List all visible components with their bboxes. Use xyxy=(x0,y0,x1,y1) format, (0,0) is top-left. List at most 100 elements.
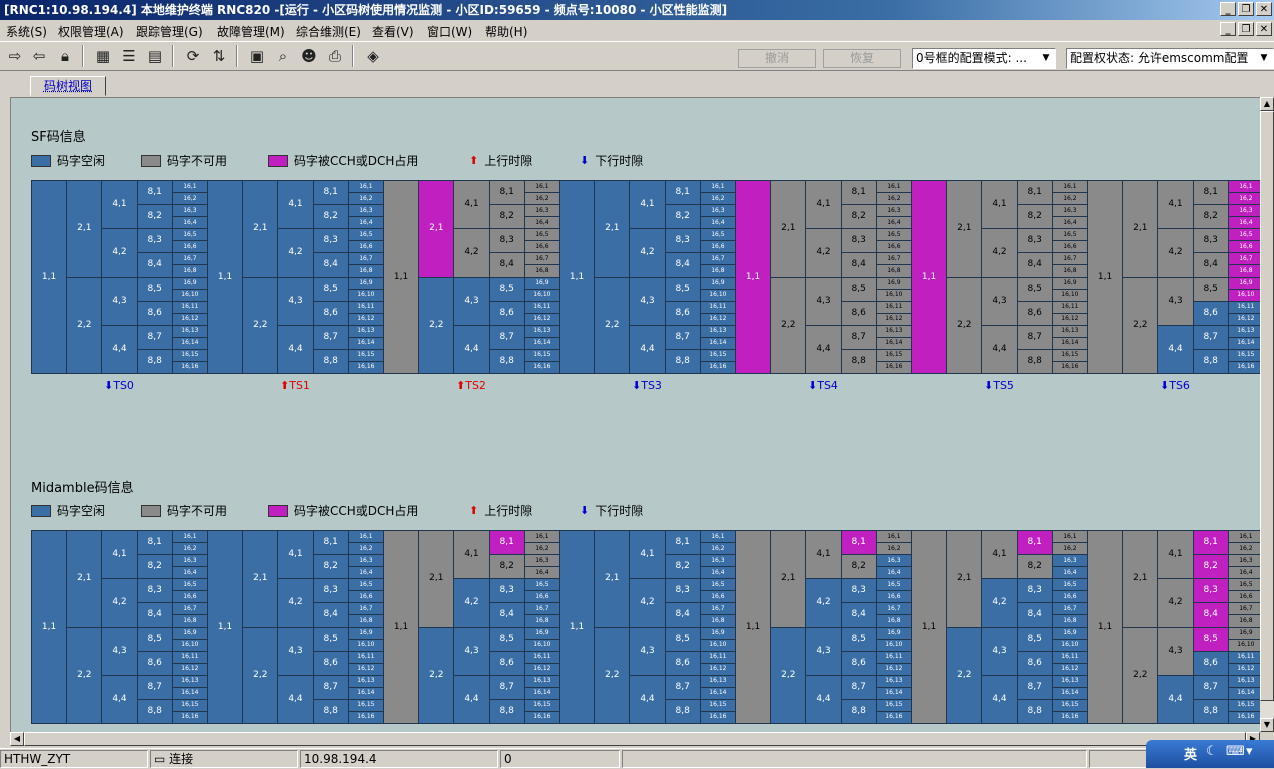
midamble-code-ts2-4-4[interactable]: 4,4 xyxy=(453,675,489,724)
sf-code-ts0-8-2[interactable]: 8,2 xyxy=(137,204,173,229)
sf-code-ts6-4-1[interactable]: 4,1 xyxy=(1157,180,1193,229)
midamble-code-ts0-2-1[interactable]: 2,1 xyxy=(66,530,102,628)
midamble-code-ts2-8-4[interactable]: 8,4 xyxy=(489,602,525,627)
midamble-code-ts6-8-3[interactable]: 8,3 xyxy=(1193,578,1229,603)
menu-system[interactable]: 系统(S) xyxy=(6,23,47,40)
midamble-code-ts5-2-1[interactable]: 2,1 xyxy=(946,530,982,628)
sf-code-ts4-8-8[interactable]: 8,8 xyxy=(841,349,877,374)
sf-code-ts4-4-2[interactable]: 4,2 xyxy=(805,228,841,277)
menu-permissions[interactable]: 权限管理(A) xyxy=(58,23,124,40)
midamble-code-ts3-8-5[interactable]: 8,5 xyxy=(665,627,701,652)
tab-code-tree[interactable]: 码树视图 xyxy=(30,76,106,96)
midamble-code-ts4-8-1[interactable]: 8,1 xyxy=(841,530,877,555)
sf-code-ts4-8-7[interactable]: 8,7 xyxy=(841,325,877,350)
midamble-code-ts4-8-4[interactable]: 8,4 xyxy=(841,602,877,627)
midamble-code-ts5-8-6[interactable]: 8,6 xyxy=(1017,651,1053,676)
sf-code-ts5-8-7[interactable]: 8,7 xyxy=(1017,325,1053,350)
midamble-code-ts0-8-3[interactable]: 8,3 xyxy=(137,578,173,603)
midamble-code-ts4-8-5[interactable]: 8,5 xyxy=(841,627,877,652)
menu-trace[interactable]: 跟踪管理(G) xyxy=(136,23,203,40)
sf-code-ts6-8-2[interactable]: 8,2 xyxy=(1193,204,1229,229)
midamble-code-ts3-8-2[interactable]: 8,2 xyxy=(665,554,701,579)
midamble-code-ts2-4-1[interactable]: 4,1 xyxy=(453,530,489,579)
sf-code-ts1-8-8[interactable]: 8,8 xyxy=(313,349,349,374)
midamble-code-ts6-2-1[interactable]: 2,1 xyxy=(1122,530,1158,628)
sf-code-ts6-16-16[interactable]: 16,16 xyxy=(1228,361,1264,374)
midamble-code-ts1-8-6[interactable]: 8,6 xyxy=(313,651,349,676)
sf-code-ts6-8-8[interactable]: 8,8 xyxy=(1193,349,1229,374)
scroll-up-icon[interactable]: ▲ xyxy=(1260,97,1274,111)
sf-code-ts0-4-4[interactable]: 4,4 xyxy=(101,325,137,374)
sf-code-ts4-16-16[interactable]: 16,16 xyxy=(876,361,912,374)
midamble-code-ts2-8-6[interactable]: 8,6 xyxy=(489,651,525,676)
sf-code-ts0-4-2[interactable]: 4,2 xyxy=(101,228,137,277)
midamble-code-ts0-8-5[interactable]: 8,5 xyxy=(137,627,173,652)
sf-code-ts3-8-3[interactable]: 8,3 xyxy=(665,228,701,253)
sf-code-ts1-8-7[interactable]: 8,7 xyxy=(313,325,349,350)
sf-code-ts3-2-1[interactable]: 2,1 xyxy=(594,180,630,278)
midamble-code-ts4-8-7[interactable]: 8,7 xyxy=(841,675,877,700)
search-icon[interactable]: ⌕ xyxy=(272,45,294,67)
login-icon[interactable]: ⇨ xyxy=(4,45,26,67)
sf-code-ts5-8-2[interactable]: 8,2 xyxy=(1017,204,1053,229)
midamble-code-ts1-2-2[interactable]: 2,2 xyxy=(242,627,278,725)
midamble-code-ts1-8-5[interactable]: 8,5 xyxy=(313,627,349,652)
midamble-code-ts6-8-8[interactable]: 8,8 xyxy=(1193,699,1229,724)
midamble-code-ts2-8-5[interactable]: 8,5 xyxy=(489,627,525,652)
sf-code-ts3-4-3[interactable]: 4,3 xyxy=(629,277,665,326)
sf-code-ts0-8-4[interactable]: 8,4 xyxy=(137,252,173,277)
restore-button[interactable]: ❐ xyxy=(1238,2,1254,16)
left-splitter[interactable] xyxy=(0,73,8,733)
midamble-code-ts4-2-2[interactable]: 2,2 xyxy=(770,627,806,725)
midamble-code-ts5-2-2[interactable]: 2,2 xyxy=(946,627,982,725)
sf-code-ts0-2-2[interactable]: 2,2 xyxy=(66,277,102,375)
sf-code-ts5-2-2[interactable]: 2,2 xyxy=(946,277,982,375)
midamble-code-ts0-2-2[interactable]: 2,2 xyxy=(66,627,102,725)
midamble-code-ts4-8-8[interactable]: 8,8 xyxy=(841,699,877,724)
sf-code-ts1-8-4[interactable]: 8,4 xyxy=(313,252,349,277)
sf-code-ts5-8-8[interactable]: 8,8 xyxy=(1017,349,1053,374)
sf-code-ts3-8-7[interactable]: 8,7 xyxy=(665,325,701,350)
sf-code-ts6-8-4[interactable]: 8,4 xyxy=(1193,252,1229,277)
sf-code-ts4-8-2[interactable]: 8,2 xyxy=(841,204,877,229)
midamble-code-ts5-8-5[interactable]: 8,5 xyxy=(1017,627,1053,652)
midamble-code-ts5-4-1[interactable]: 4,1 xyxy=(981,530,1017,579)
sf-code-ts3-4-1[interactable]: 4,1 xyxy=(629,180,665,229)
midamble-code-ts3-8-1[interactable]: 8,1 xyxy=(665,530,701,555)
scroll-thumb[interactable] xyxy=(24,732,1246,746)
sf-code-ts6-4-4[interactable]: 4,4 xyxy=(1157,325,1193,374)
midamble-code-ts1-8-1[interactable]: 8,1 xyxy=(313,530,349,555)
sf-code-ts1-2-2[interactable]: 2,2 xyxy=(242,277,278,375)
midamble-code-ts6-8-5[interactable]: 8,5 xyxy=(1193,627,1229,652)
midamble-code-ts1-8-8[interactable]: 8,8 xyxy=(313,699,349,724)
sf-code-ts3-8-6[interactable]: 8,6 xyxy=(665,301,701,326)
sf-code-ts3-8-1[interactable]: 8,1 xyxy=(665,180,701,205)
midamble-code-ts3-8-7[interactable]: 8,7 xyxy=(665,675,701,700)
sf-code-ts5-4-3[interactable]: 4,3 xyxy=(981,277,1017,326)
horizontal-scrollbar[interactable]: ◀ ▶ xyxy=(10,732,1260,746)
midamble-code-ts4-16-16[interactable]: 16,16 xyxy=(876,711,912,724)
sf-code-ts6-8-3[interactable]: 8,3 xyxy=(1193,228,1229,253)
sf-code-ts5-8-4[interactable]: 8,4 xyxy=(1017,252,1053,277)
sf-code-ts0-8-5[interactable]: 8,5 xyxy=(137,277,173,302)
table-icon[interactable]: ▤ xyxy=(144,45,166,67)
sf-code-ts3-8-2[interactable]: 8,2 xyxy=(665,204,701,229)
sf-code-ts4-8-3[interactable]: 8,3 xyxy=(841,228,877,253)
sf-code-ts2-4-1[interactable]: 4,1 xyxy=(453,180,489,229)
midamble-code-ts3-4-3[interactable]: 4,3 xyxy=(629,627,665,676)
sf-code-ts1-1-1[interactable]: 1,1 xyxy=(207,180,243,374)
midamble-code-ts0-8-7[interactable]: 8,7 xyxy=(137,675,173,700)
sf-code-ts4-8-1[interactable]: 8,1 xyxy=(841,180,877,205)
midamble-code-ts5-4-4[interactable]: 4,4 xyxy=(981,675,1017,724)
undo-button[interactable]: 撤消 xyxy=(738,49,816,68)
sf-code-ts6-4-3[interactable]: 4,3 xyxy=(1157,277,1193,326)
sf-code-ts1-8-3[interactable]: 8,3 xyxy=(313,228,349,253)
midamble-code-ts3-8-4[interactable]: 8,4 xyxy=(665,602,701,627)
midamble-code-ts3-4-2[interactable]: 4,2 xyxy=(629,578,665,627)
sf-code-ts4-4-4[interactable]: 4,4 xyxy=(805,325,841,374)
sf-code-ts4-8-6[interactable]: 8,6 xyxy=(841,301,877,326)
midamble-code-ts0-8-8[interactable]: 8,8 xyxy=(137,699,173,724)
print-icon[interactable]: ⎙ xyxy=(324,45,346,67)
midamble-code-ts2-8-3[interactable]: 8,3 xyxy=(489,578,525,603)
sf-code-ts2-8-8[interactable]: 8,8 xyxy=(489,349,525,374)
